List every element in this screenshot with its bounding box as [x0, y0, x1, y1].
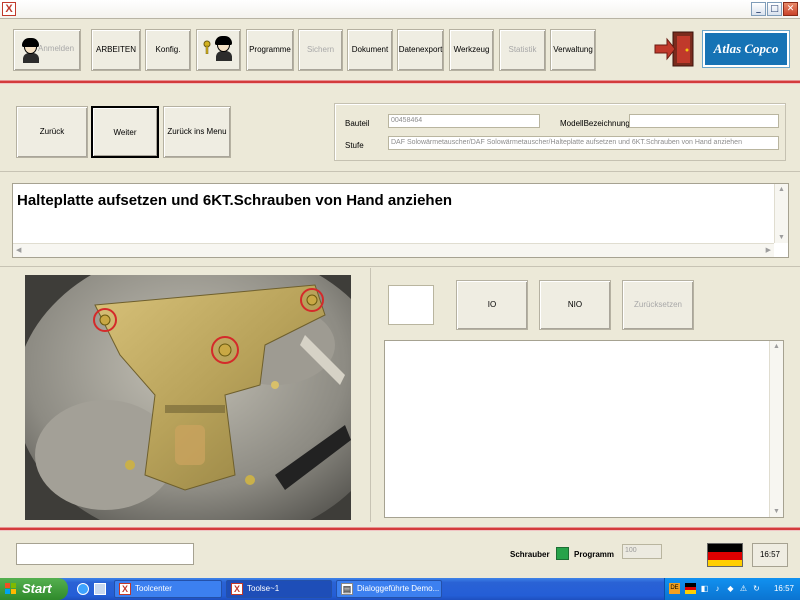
programm-field: 100 [622, 544, 662, 559]
taskbar-clock: 16:57 [773, 584, 794, 593]
reset-button[interactable]: Zurücksetzen [622, 280, 694, 330]
divider-vertical [370, 268, 371, 522]
close-button[interactable]: ✕ [783, 2, 798, 16]
nio-button[interactable]: NIO [539, 280, 611, 330]
security-icon[interactable]: ◆ [725, 583, 736, 594]
start-label: Start [22, 581, 52, 596]
scroll-down-icon: ▼ [778, 234, 785, 241]
user-head-icon [213, 36, 235, 62]
stufe-label: Stufe [345, 141, 364, 150]
back-button[interactable]: Zurück [16, 106, 88, 158]
login-button[interactable]: Anmelden [13, 29, 81, 71]
dokument-button[interactable]: Dokument [347, 29, 393, 71]
work-step-photo [25, 275, 351, 520]
schrauber-status-indicator [556, 547, 569, 560]
separator-top [0, 80, 800, 84]
divider [0, 266, 800, 267]
divider [0, 171, 800, 172]
modell-label: ModellBezeichnung [560, 119, 630, 128]
warning-icon[interactable]: ⚠ [738, 583, 749, 594]
konfig-button[interactable]: Konfig. [145, 29, 191, 71]
schrauber-label: Schrauber [510, 550, 550, 559]
bauteil-label: Bauteil [345, 119, 370, 128]
taskbar-item-label: Toolcenter [135, 584, 172, 593]
users-keys-button[interactable] [196, 29, 241, 71]
quick-launch-ie-icon[interactable] [77, 583, 89, 595]
output-vscroll[interactable]: ▲ ▼ [769, 341, 783, 517]
separator-bottom [0, 527, 800, 531]
maximize-button[interactable]: □ [767, 2, 782, 16]
output-panel: ▲ ▼ [384, 340, 784, 518]
bauteil-field[interactable]: 00458464 [388, 114, 540, 128]
werkzeug-button[interactable]: Werkzeug [449, 29, 494, 71]
german-flag-icon[interactable] [707, 543, 743, 567]
toolbar: Anmelden ARBEITEN Konfig. Programme Sich… [0, 19, 800, 81]
app-clock: 16:57 [752, 543, 788, 567]
app-icon[interactable]: X [2, 2, 16, 16]
taskbar-item-toolcenter[interactable]: X Toolcenter [114, 580, 222, 598]
scroll-up-icon: ▲ [773, 343, 780, 350]
programme-button[interactable]: Programme [246, 29, 294, 71]
key-icon [202, 40, 212, 55]
arbeiten-button[interactable]: ARBEITEN [91, 29, 141, 71]
io-button[interactable]: IO [456, 280, 528, 330]
login-label: Anmelden [38, 44, 75, 53]
next-button[interactable]: Weiter [91, 106, 159, 158]
result-indicator [388, 285, 434, 325]
exit-door-icon[interactable] [653, 30, 697, 68]
back-to-menu-button[interactable]: Zurück ins Menu [163, 106, 231, 158]
scroll-up-icon: ▲ [778, 186, 785, 193]
scroll-left-icon: ◀ [16, 247, 22, 254]
language-indicator[interactable]: DE [669, 583, 680, 594]
instruction-hscroll[interactable]: ◀ ▶ [13, 243, 774, 257]
update-icon[interactable]: ↻ [751, 583, 762, 594]
minimize-button[interactable]: _ [751, 2, 766, 16]
volume-icon[interactable]: ♪ [712, 583, 723, 594]
info-panel [334, 103, 786, 161]
stufe-field[interactable]: DAF Solowärmetauscher/DAF Solowärmetausc… [388, 136, 779, 150]
instruction-vscroll[interactable]: ▲ ▼ [774, 184, 788, 243]
toolse-app-icon: X [231, 583, 243, 595]
instruction-text: Halteplatte aufsetzen und 6KT.Schrauben … [17, 192, 453, 209]
statistik-button[interactable]: Statistik [499, 29, 546, 71]
title-bar: X _ □ ✕ [0, 0, 800, 19]
sichern-button[interactable]: Sichern [298, 29, 343, 71]
instruction-panel: Halteplatte aufsetzen und 6KT.Schrauben … [12, 183, 789, 258]
taskbar-item-toolse[interactable]: X Toolse~1 [226, 580, 332, 598]
toolcenter-app-icon: X [119, 583, 131, 595]
datenexport-button[interactable]: Datenexport [397, 29, 444, 71]
message-field[interactable] [16, 543, 194, 565]
quick-launch-desktop-icon[interactable] [94, 583, 106, 595]
verwaltung-button[interactable]: Verwaltung [550, 29, 596, 71]
german-flag-tray-icon[interactable] [685, 583, 696, 594]
windows-logo-icon [5, 583, 16, 594]
system-tray: DE ◧ ♪ ◆ ⚠ ↻ 16:57 [664, 578, 800, 600]
programm-label: Programm [574, 550, 615, 559]
taskbar-item-dialog-demo[interactable]: ▤ Dialoggeführte Demo... [336, 580, 442, 598]
network-icon[interactable]: ◧ [699, 583, 710, 594]
taskbar-item-label: Toolse~1 [247, 584, 280, 593]
atlas-copco-logo: Atlas Copco [702, 30, 790, 68]
taskbar: Start X Toolcenter X Toolse~1 ▤ Dialogge… [0, 578, 800, 600]
scroll-down-icon: ▼ [773, 508, 780, 515]
document-icon: ▤ [341, 583, 353, 595]
taskbar-item-label: Dialoggeführte Demo... [357, 584, 440, 593]
start-button[interactable]: Start [0, 578, 68, 600]
modell-field[interactable] [629, 114, 779, 128]
scroll-right-icon: ▶ [765, 247, 771, 254]
